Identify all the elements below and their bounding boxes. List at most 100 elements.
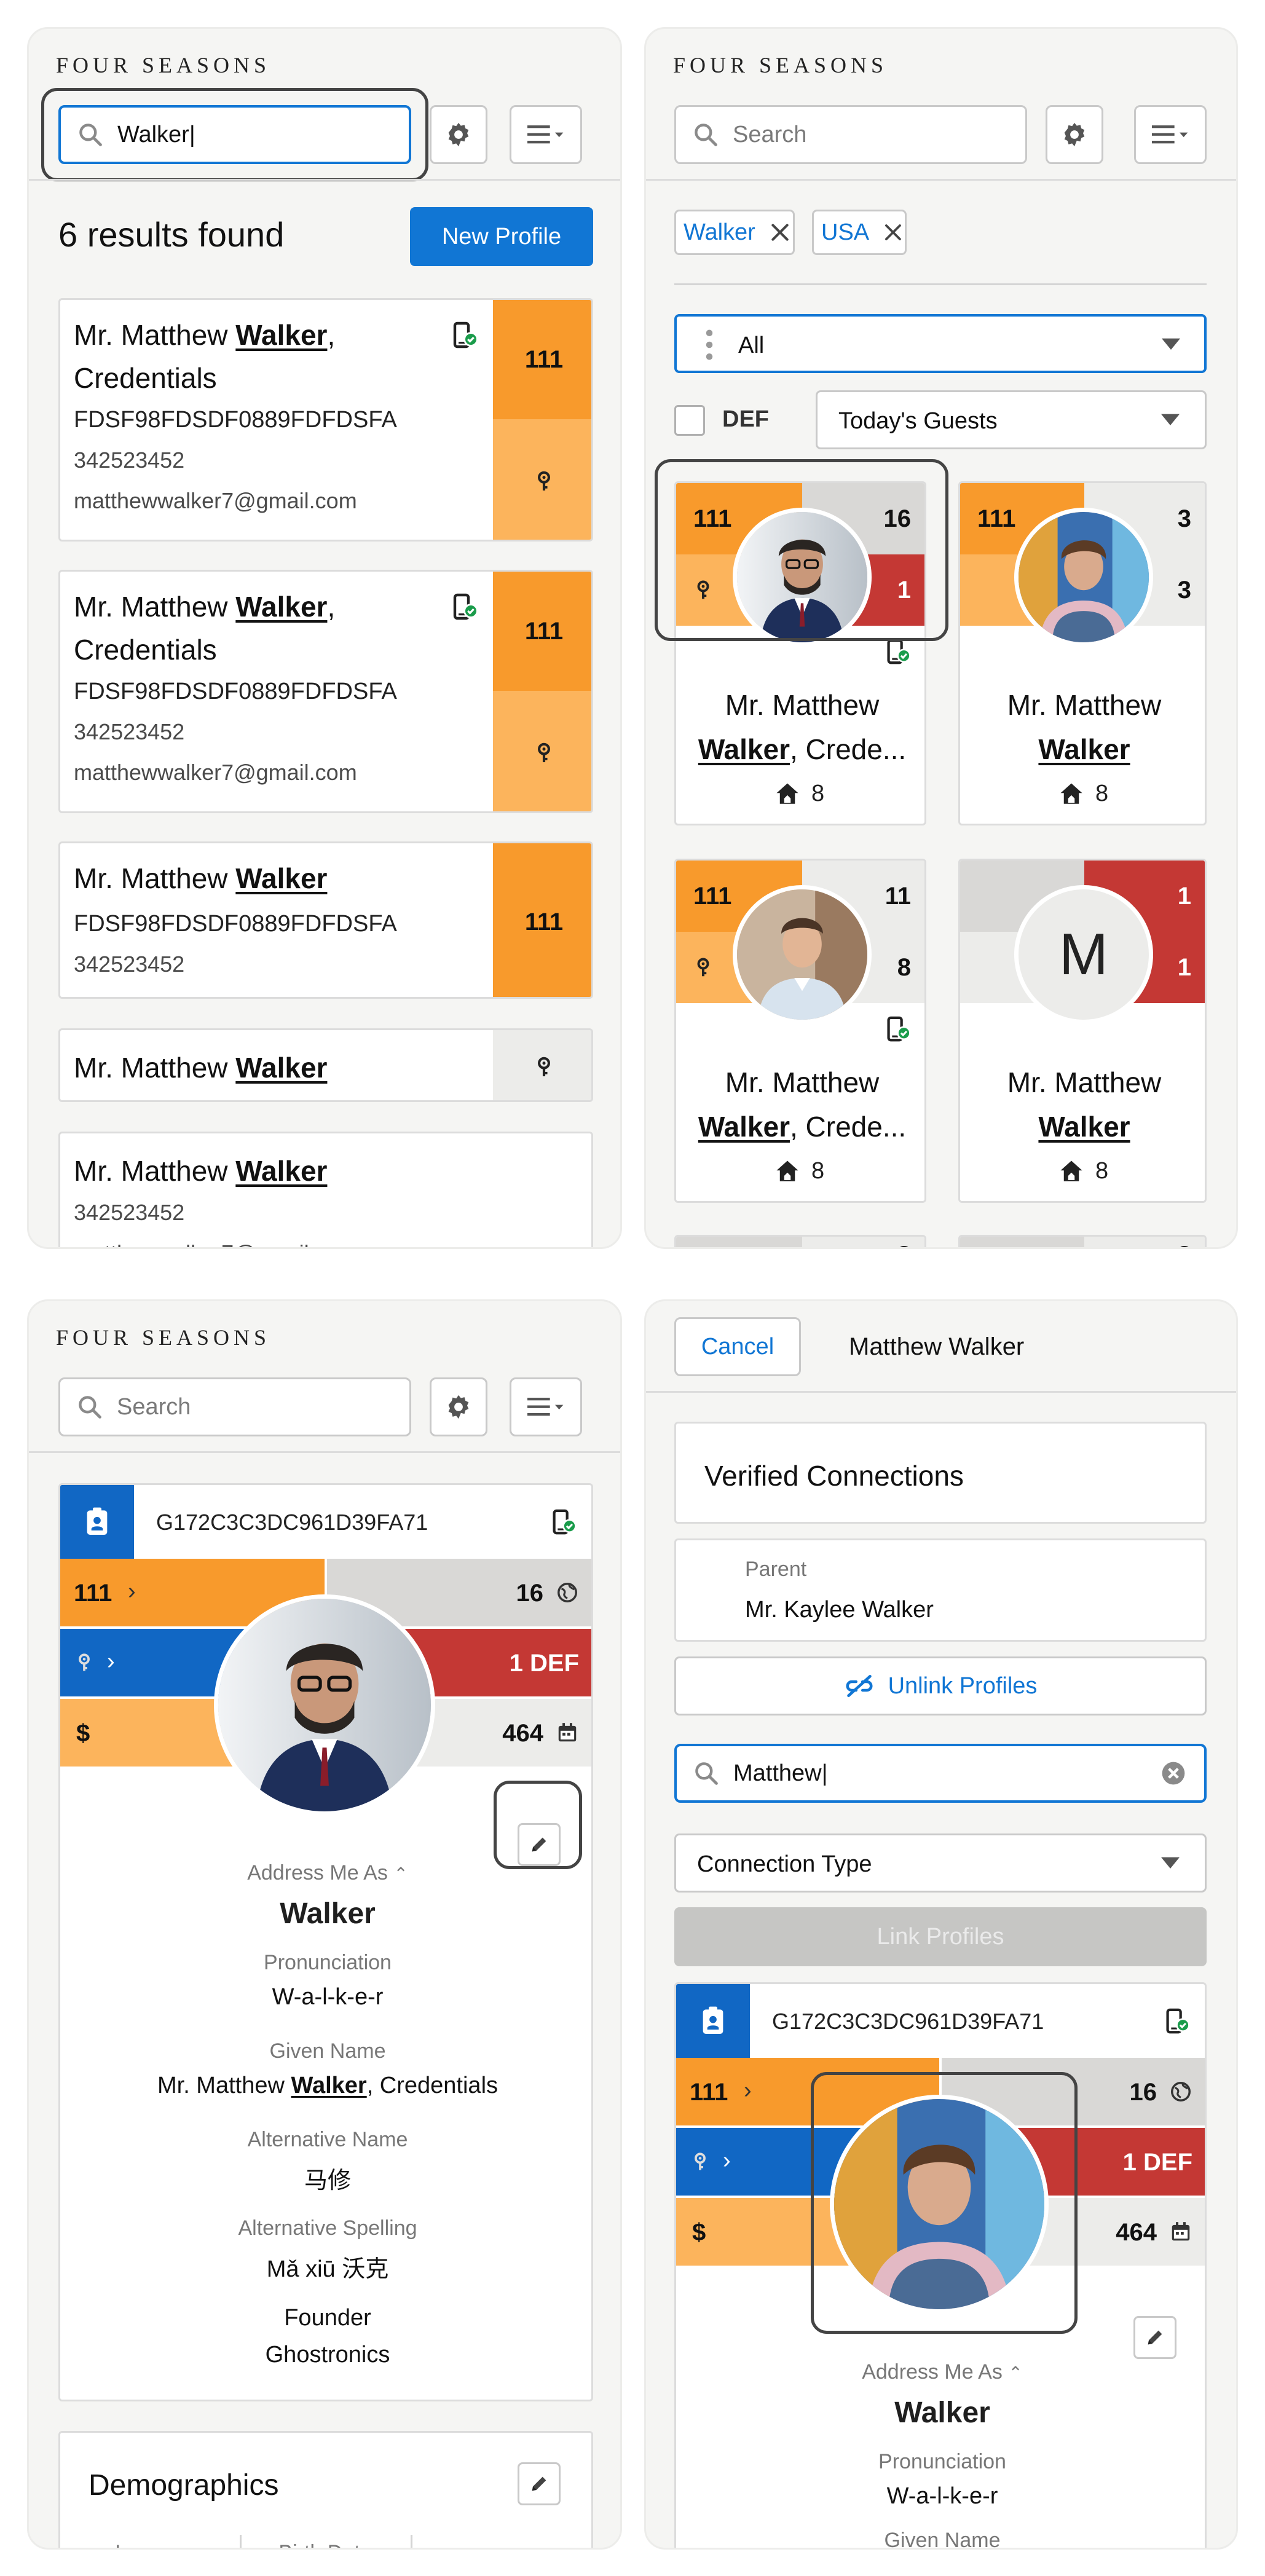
def-checkbox[interactable] [674, 405, 705, 436]
result-card-1[interactable]: Mr. Matthew Walker, Credentials FDSF98FD… [58, 298, 593, 542]
nights-count: 2 [897, 1242, 911, 1247]
col-divider [240, 2535, 242, 2548]
header-profile-name: Matthew Walker [849, 1333, 1025, 1360]
guest-tile-4[interactable]: 1 1 M Mr. Matthew Walker 8 [958, 859, 1207, 1203]
guest-tile-3[interactable]: 111 11 8 Mr. Matthew Walker, Crede... 8 [674, 859, 926, 1203]
household-count: 8 [1095, 781, 1109, 806]
parent-connection-card[interactable]: Parent Mr. Kaylee Walker [674, 1538, 1207, 1642]
chevron-right-icon: › [107, 1648, 115, 1674]
nights-count: 11 [885, 883, 911, 910]
guest-name: Mr. Matthew Walker [74, 1155, 328, 1187]
result-card-3[interactable]: Mr. Matthew Walker FDSF98FDSDF0889FDFDSF… [58, 841, 593, 999]
edit-demographics-button[interactable] [518, 2462, 561, 2505]
close-icon[interactable] [768, 220, 792, 245]
filter-select-all[interactable]: All [674, 314, 1207, 373]
header-divider [646, 1391, 1236, 1393]
room-number: 111 [524, 617, 564, 645]
guest-tile-2[interactable]: 111 3 3 Mr. Matthew Walker 8 [958, 481, 1207, 825]
mobile-checkin-icon [883, 1015, 911, 1044]
balance-amount: 464 [502, 1720, 543, 1747]
room-number: 111 [74, 1580, 112, 1607]
room-number: 111 [524, 345, 564, 373]
chevron-up-icon: ⌃ [393, 1864, 408, 1883]
search-highlight-box [41, 88, 428, 181]
nights-count: 3 [1177, 505, 1191, 532]
tile-name-line1: Mr. Matthew [725, 689, 880, 721]
select-value: Today's Guests [838, 408, 998, 434]
pronunciation-value: W-a-l-k-e-r [886, 2483, 998, 2509]
gear-icon [444, 120, 473, 149]
menu-button[interactable] [510, 1377, 582, 1436]
menu-button[interactable] [510, 105, 582, 164]
profile-card: G172C3C3DC961D39FA71 111 › 16 › 1 DEF $ 4… [58, 1483, 593, 2401]
col-divider [411, 2535, 412, 2548]
connection-type-select[interactable]: Connection Type [674, 1834, 1207, 1893]
link-profiles-button[interactable]: Link Profiles [674, 1907, 1207, 1966]
key-icon [532, 467, 556, 495]
def-count: 8 [897, 954, 911, 981]
settings-button[interactable] [1046, 105, 1103, 164]
home-icon [774, 1159, 800, 1184]
tile-name-line2: Walker [1038, 1111, 1130, 1143]
home-icon [1058, 1159, 1084, 1184]
chip-label: USA [821, 219, 870, 245]
def-label: 1 DEF [1122, 2149, 1192, 2176]
mobile-checkin-icon [449, 593, 478, 622]
alternative-spelling-label: Alternative Spelling [238, 2216, 417, 2240]
room-cell [676, 1237, 802, 1247]
home-icon [1058, 781, 1084, 807]
header-divider [29, 179, 620, 181]
job-title: Founder [284, 2305, 371, 2331]
currency-symbol: $ [76, 1720, 90, 1747]
edit-highlight-box [494, 1781, 582, 1869]
verified-connections-title: Verified Connections [704, 1460, 964, 1492]
guest-phone: 342523452 [74, 719, 185, 744]
key-icon [74, 1650, 95, 1676]
id-badge-icon [80, 1505, 114, 1539]
room-block: 111 [493, 843, 591, 997]
balance-amount: 464 [1116, 2219, 1157, 2246]
result-card-5[interactable]: Mr. Matthew Walker 342523452 matthewwalk… [58, 1132, 593, 1247]
guest-name: Mr. Matthew Walker [74, 862, 328, 894]
menu-button[interactable] [1134, 105, 1207, 164]
clear-icon[interactable] [1160, 1760, 1187, 1787]
connection-search-input[interactable]: Matthew| [674, 1744, 1207, 1803]
unlink-profiles-button[interactable]: Unlink Profiles [674, 1656, 1207, 1715]
search-placeholder: Search [117, 1393, 191, 1420]
cancel-button[interactable]: Cancel [674, 1317, 801, 1376]
guest-tile-6[interactable]: 2 [958, 1235, 1207, 1247]
key-icon [532, 739, 556, 767]
profile-badge-block [60, 1485, 134, 1559]
chevron-right-icon: › [744, 2078, 752, 2103]
filter-chip-usa[interactable]: USA [812, 210, 907, 255]
tile-household: 8 [774, 1158, 824, 1184]
currency-symbol: $ [692, 2219, 706, 2246]
mobile-checkin-icon [1162, 2007, 1190, 2036]
search-input[interactable]: Search [674, 105, 1027, 164]
given-name-value: Mr. Matthew Walker, Credentials [157, 2073, 499, 2098]
settings-button[interactable] [430, 1377, 487, 1436]
search-input[interactable]: Search [58, 1377, 411, 1436]
select-value: Connection Type [697, 1851, 872, 1877]
alternative-name-label: Alternative Name [247, 2128, 408, 2151]
guests-select[interactable]: Today's Guests [816, 390, 1207, 449]
key-icon [532, 1053, 556, 1081]
new-profile-button[interactable]: New Profile [410, 207, 593, 266]
def-count: 1 [1177, 954, 1191, 981]
result-card-4[interactable]: Mr. Matthew Walker [58, 1028, 593, 1102]
settings-button[interactable] [430, 105, 487, 164]
tile-name-line2: Walker, Crede... [698, 1111, 907, 1143]
edit-button[interactable] [1133, 2316, 1176, 2359]
link-label: Link Profiles [877, 1923, 1004, 1950]
connections-panel: Cancel Matthew Walker Verified Connectio… [644, 1299, 1238, 2550]
demographics-col-language: Language [85, 2541, 238, 2548]
room-cell [960, 1237, 1084, 1247]
guest-tile-5[interactable]: 2 [674, 1235, 926, 1247]
result-card-2[interactable]: Mr. Matthew Walker, Credentials FDSF98FD… [58, 570, 593, 813]
tile-household: 8 [1058, 781, 1108, 807]
mobile-checkin-icon [883, 638, 911, 666]
filter-chip-walker[interactable]: Walker [674, 210, 795, 255]
close-icon[interactable] [881, 220, 905, 245]
initial-letter: M [1059, 921, 1108, 987]
household-count: 8 [811, 781, 825, 806]
